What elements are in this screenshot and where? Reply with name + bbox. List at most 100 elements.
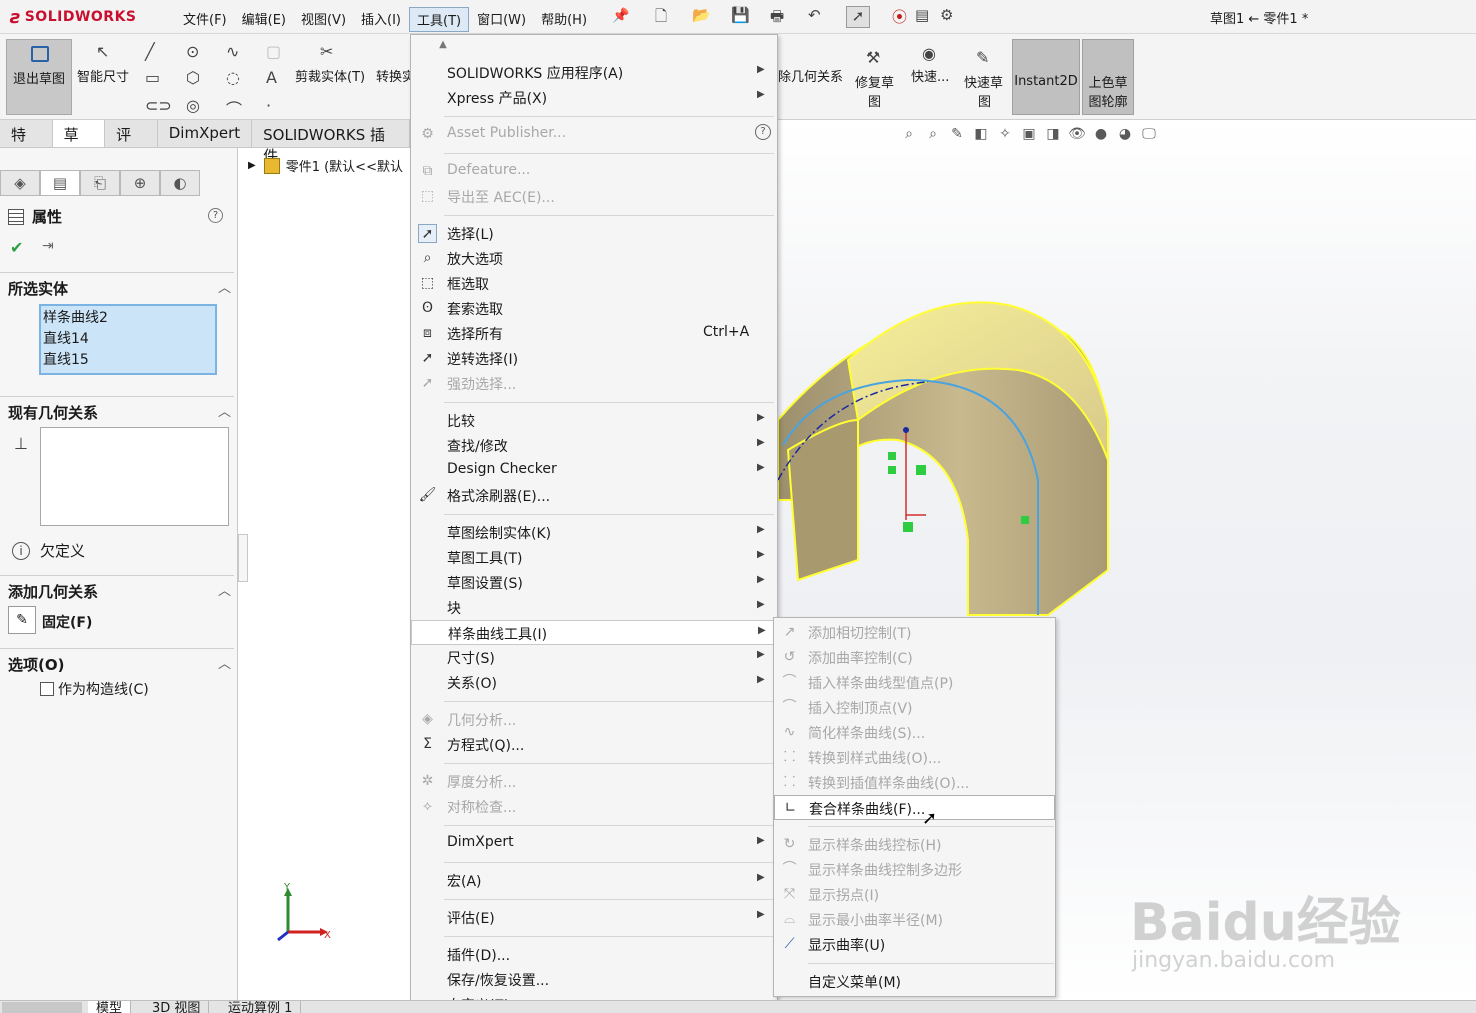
tab-sketch[interactable]: 草图 [52, 120, 106, 165]
scroll-up-arrow-icon[interactable]: ▲ [431, 39, 455, 51]
rebuild-traffic-light-icon[interactable]: ⦿ [892, 6, 907, 28]
tab-addins[interactable]: SOLIDWORKS 插件 [252, 120, 410, 165]
collapse-chevron-icon[interactable]: ︿ [218, 653, 231, 672]
spline-icon[interactable]: ∿ [226, 42, 239, 61]
polygon-icon[interactable]: ⬡ [186, 68, 200, 87]
menu-file[interactable]: 文件(F) [176, 7, 234, 32]
menu-item-sketch-entities[interactable]: 草图绘制实体(K) ▶ [411, 520, 777, 545]
menu-item-save-restore-settings[interactable]: 保存/恢复设置... [411, 967, 777, 992]
help-question-icon[interactable]: ? [755, 124, 771, 140]
fix-relation-button[interactable]: ✎ [8, 606, 36, 634]
list-item[interactable]: 样条曲线2 [43, 308, 213, 329]
zoom-area-icon[interactable]: ⌕ [924, 125, 942, 143]
shaded-sketch-contours-button[interactable]: 上色草 图轮廓 [1082, 39, 1134, 115]
collapse-chevron-icon[interactable]: ︿ [218, 277, 231, 296]
tab-scroll-arrows-icon[interactable] [2, 1002, 82, 1013]
add-relations-section[interactable]: 添加几何关系 ︿ [0, 575, 234, 601]
expand-arrow-icon[interactable]: ▶ [248, 160, 256, 171]
tab-dimxpert[interactable]: DimXpert [158, 120, 253, 147]
menu-item-select[interactable]: ➚ 选择(L) [411, 221, 777, 246]
feature-manager-tab-icon[interactable]: ◈ [0, 170, 40, 196]
rapid-sketch-label-1[interactable]: 快速草 [964, 72, 1003, 91]
text-icon[interactable]: A [266, 68, 277, 87]
zoom-fit-icon[interactable]: ⌕ [900, 125, 918, 143]
selected-entities-list[interactable]: 样条曲线2 直线14 直线15 [39, 304, 217, 375]
menu-view[interactable]: 视图(V) [294, 7, 353, 32]
list-item[interactable]: 直线15 [43, 350, 213, 371]
menu-item-sketch-settings[interactable]: 草图设置(S) ▶ [411, 570, 777, 595]
display-style-icon[interactable]: ◨ [1044, 125, 1062, 143]
menu-item-compare[interactable]: 比较 ▶ [411, 408, 777, 433]
menu-item-box-selection[interactable]: ⬚ 框选取 [411, 271, 777, 296]
dynamic-annotation-icon[interactable]: ✧ [996, 125, 1014, 143]
pin-menu-icon[interactable]: 📌 [612, 8, 629, 24]
arc-icon[interactable]: ◌ [226, 68, 240, 87]
menu-edit[interactable]: 编辑(E) [235, 7, 293, 32]
menu-item-sketch-tools[interactable]: 草图工具(T) ▶ [411, 545, 777, 570]
menu-tools[interactable]: 工具(T) [409, 7, 470, 32]
apply-scene-icon[interactable]: ◕ [1116, 125, 1134, 143]
help-icon[interactable]: ? [208, 208, 223, 223]
submenu-item-fit-spline[interactable]: ∟ 套合样条曲线(F)... [774, 795, 1055, 820]
view-settings-icon[interactable]: 🖵 [1140, 125, 1158, 143]
display-manager-tab-icon[interactable]: ◐ [160, 170, 200, 196]
menu-window[interactable]: 窗口(W) [470, 7, 533, 32]
options-section[interactable]: 选项(O) ︿ [0, 648, 234, 674]
offset-icon[interactable]: ◎ [186, 96, 200, 115]
menu-item-addins[interactable]: 插件(D)... [411, 942, 777, 967]
tab-model[interactable]: 模型 [88, 1001, 132, 1013]
existing-relations-section[interactable]: 现有几何关系 ︿ [0, 396, 234, 422]
menu-item-design-checker[interactable]: Design Checker ▶ [411, 458, 777, 483]
menu-item-spline-tools[interactable]: 样条曲线工具(I) ▶ [411, 620, 777, 645]
existing-relations-list[interactable] [40, 427, 229, 526]
tab-motion-study[interactable]: 运动算例 1 [220, 1001, 302, 1013]
trim-entities-label[interactable]: 剪裁实体(T) [295, 66, 365, 85]
repair-sketch-label-1[interactable]: 修复草 [855, 72, 894, 91]
submenu-item-customize-menu[interactable]: 自定义菜单(M) [774, 969, 1055, 994]
collapse-chevron-icon[interactable]: ︿ [218, 401, 231, 420]
options-gear-icon[interactable]: ⚙ [940, 6, 953, 28]
repair-sketch-icon[interactable]: ⚒ [866, 48, 880, 67]
menu-item-relations[interactable]: 关系(O) ▶ [411, 670, 777, 695]
previous-view-icon[interactable]: ✎ [948, 125, 966, 143]
view-orientation-icon[interactable]: ▣ [1020, 125, 1038, 143]
select-pointer-icon[interactable]: ➚ [846, 6, 870, 28]
rectangle-icon[interactable]: ▭ [145, 68, 160, 87]
tab-3d-views[interactable]: 3D 视图 [144, 1001, 210, 1013]
menu-item-dimensions[interactable]: 尺寸(S) ▶ [411, 645, 777, 670]
list-item[interactable]: 直线14 [43, 329, 213, 350]
open-document-icon[interactable]: 📂 [692, 6, 711, 28]
menu-item-lasso-selection[interactable]: ʘ 套索选取 [411, 296, 777, 321]
menu-item-equations[interactable]: Σ 方程式(Q)... [411, 732, 777, 757]
menu-item-select-all[interactable]: ⧈ 选择所有 Ctrl+A [411, 321, 777, 346]
tab-features[interactable]: 特征 [0, 120, 53, 165]
property-manager-tab-icon[interactable]: ▤ [40, 170, 80, 196]
section-view-icon[interactable]: ◧ [972, 125, 990, 143]
hide-show-items-icon[interactable]: 👁 [1068, 125, 1086, 143]
quick-snaps-icon[interactable]: ◉ [922, 44, 936, 63]
menu-item-evaluate[interactable]: 评估(E) ▶ [411, 905, 777, 930]
menu-item-format-painter[interactable]: 🖌 格式涂刷器(E)... [411, 483, 777, 508]
new-document-icon[interactable]: 🗋 [655, 6, 667, 28]
rapid-sketch-icon[interactable]: ✎ [976, 48, 989, 67]
smart-dimension-icon[interactable]: ↖ [96, 42, 109, 61]
menu-item-find-modify[interactable]: 查找/修改 ▶ [411, 433, 777, 458]
menu-item-blocks[interactable]: 块 ▶ [411, 595, 777, 620]
menu-item-magnified-selection[interactable]: ⌕ 放大选项 [411, 246, 777, 271]
circle-icon[interactable]: ⊙ [186, 42, 199, 61]
submenu-item-show-curvature[interactable]: ⟋ 显示曲率(U) [774, 932, 1055, 957]
dimxpert-manager-tab-icon[interactable]: ⊕ [120, 170, 160, 196]
tab-evaluate[interactable]: 评估 [105, 120, 158, 165]
save-icon[interactable]: 💾 [731, 6, 750, 28]
rapid-sketch-label-2[interactable]: 图 [978, 91, 991, 110]
checkbox[interactable] [40, 682, 54, 696]
construction-checkbox[interactable]: 作为构造线(C) [40, 679, 149, 699]
quick-snaps-label[interactable]: 快速... [911, 66, 949, 85]
fillet-icon[interactable]: ⌒ [226, 96, 242, 120]
menu-item-xpress[interactable]: Xpress 产品(X) ▶ [411, 85, 777, 110]
trim-entities-icon[interactable]: ✂ [320, 42, 333, 61]
smart-dimension-label[interactable]: 智能尺寸 [77, 66, 129, 85]
undo-icon[interactable]: ↶ [808, 6, 821, 28]
print-icon[interactable]: 🖶 [770, 6, 784, 28]
file-properties-icon[interactable]: ▤ [915, 6, 929, 28]
